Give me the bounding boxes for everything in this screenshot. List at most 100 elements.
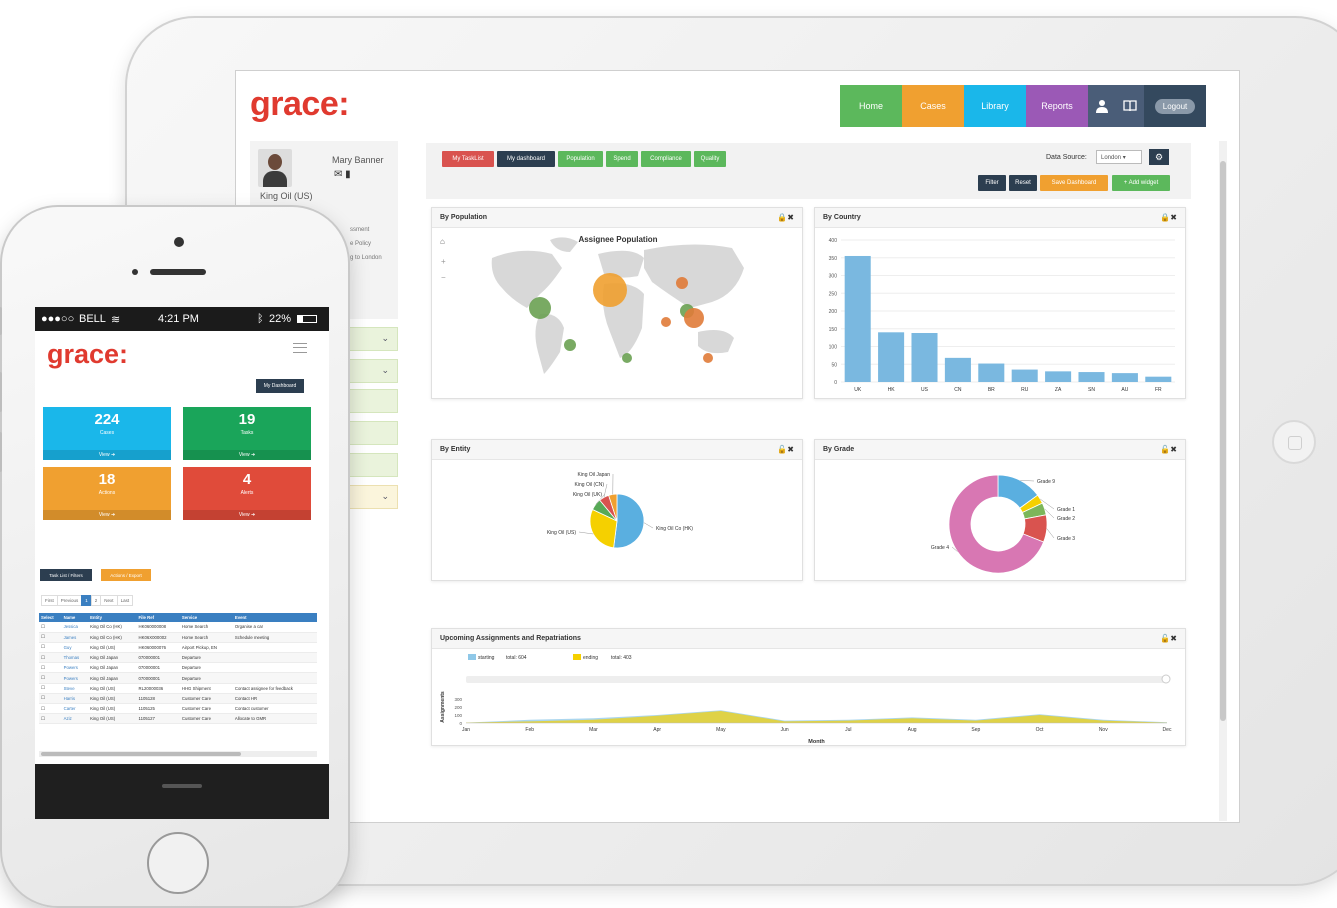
table-cell: 070000001 [136, 652, 180, 664]
horizontal-scrollbar[interactable] [39, 751, 317, 757]
table-row[interactable]: ☐ Jessica King Oil Co (HK) HK060000008 Home … [39, 622, 317, 633]
column-header[interactable]: Select [39, 613, 62, 622]
x-tick-label: Apr [653, 727, 661, 733]
phone-home-button[interactable] [147, 832, 209, 894]
save-dashboard-button[interactable]: Save Dashboard [1040, 175, 1108, 191]
country-bar-chart: 0 50 100 150 200 250 300 350 400 UK HK US CN BR RU ZA SN… [829, 238, 1175, 393]
nav-cases[interactable]: Cases [902, 85, 964, 127]
column-header[interactable]: Name [61, 613, 89, 622]
menu-icon[interactable] [293, 343, 307, 353]
table-cell[interactable]: Powers [61, 672, 89, 684]
close-icon[interactable]: 🔒✖ [1160, 213, 1177, 222]
legend-swatch [573, 654, 581, 660]
tablet-home-button[interactable] [1272, 420, 1316, 464]
column-header[interactable]: Event [232, 613, 317, 622]
tab-population[interactable]: Population [558, 151, 603, 167]
tile-view-link[interactable]: View [99, 512, 110, 518]
table-cell: 070000001 [136, 672, 180, 684]
status-bar: ●●●○○ BELL ≋ 4:21 PM ᛒ 22% [35, 307, 329, 331]
pager-previous[interactable]: Previous [56, 595, 83, 606]
column-header[interactable]: Entity [88, 613, 137, 622]
tab-my-dashboard[interactable]: My dashboard [497, 151, 555, 167]
table-cell[interactable]: Carter [61, 703, 89, 715]
my-dashboard-button[interactable]: My Dashboard [256, 379, 304, 393]
column-header[interactable]: File Ref [136, 613, 180, 622]
data-source-select[interactable]: London ▾ [1096, 150, 1142, 164]
logout-button[interactable]: Logout [1154, 98, 1196, 114]
x-tick-label: May [716, 727, 726, 733]
close-icon[interactable]: 🔓✖ [777, 445, 794, 454]
pager-last[interactable]: Last [116, 595, 134, 606]
table-cell[interactable]: ☐ [39, 693, 62, 705]
close-icon[interactable]: 🔓✖ [1160, 634, 1177, 643]
document-icon[interactable]: ▮ [345, 169, 351, 180]
add-widget-button[interactable]: + Add widget [1112, 175, 1170, 191]
area-ending [466, 711, 1167, 723]
table-cell[interactable]: ☐ [39, 632, 62, 643]
tile-view-link[interactable]: View [239, 512, 250, 518]
tile-alerts[interactable]: 4 Alerts View ➜ [183, 467, 311, 520]
app-logo[interactable]: grace: [47, 339, 128, 370]
x-tick-label: UK [854, 387, 862, 393]
book-icon[interactable] [1116, 85, 1144, 127]
tile-tasks[interactable]: 19 Tasks View ➜ [183, 407, 311, 460]
table-row[interactable]: ☐ Powers King Oil Japan 070000001 Departure [39, 662, 317, 674]
table-row[interactable]: ☐ Thomas King Oil Japan 070000001 Departure [39, 652, 317, 664]
mail-icon[interactable]: ✉ [334, 169, 342, 180]
table-cell[interactable]: Steve [61, 683, 89, 694]
tab-compliance[interactable]: Compliance [641, 151, 691, 167]
table-cell[interactable]: Jessica [61, 622, 89, 633]
nav-reports[interactable]: Reports [1026, 85, 1088, 127]
table-cell[interactable]: ☐ [39, 622, 62, 633]
nav-library[interactable]: Library [964, 85, 1026, 127]
tile-actions[interactable]: 18 Actions View ➜ [43, 467, 171, 520]
close-icon[interactable]: 🔒✖ [777, 213, 794, 222]
table-cell[interactable]: Thomas [61, 652, 89, 664]
pager-next[interactable]: Next [100, 595, 118, 606]
table-row[interactable]: ☐ James King Oil Co (HK) HK06X000002 Home Se… [39, 632, 317, 643]
actions-button[interactable]: Actions / Export [101, 569, 151, 581]
table-cell[interactable]: ☐ [39, 652, 62, 664]
gear-icon[interactable]: ⚙ [1149, 149, 1169, 165]
table-cell: Contact customer [232, 703, 317, 715]
legend-label: starting [478, 655, 495, 661]
reset-button[interactable]: Reset [1009, 175, 1037, 191]
tab-quality[interactable]: Quality [694, 151, 726, 167]
table-row[interactable]: ☐ Harris King Oil (US) 1105128 Customer Care… [39, 693, 317, 705]
pager-first[interactable]: First [41, 595, 58, 606]
table-cell[interactable]: ☐ [39, 672, 62, 684]
table-row[interactable]: ☐ Aziz King Oil (US) 1105127 Customer Care Al… [39, 713, 317, 725]
y-tick-label: 200 [454, 705, 462, 710]
table-row[interactable]: ☐ Guy King Oil (US) HK060000076 Airport Pick… [39, 642, 317, 654]
table-cell: Contact assignee for feedback [232, 683, 317, 694]
table-cell[interactable]: ☐ [39, 713, 62, 725]
tile-view-link[interactable]: View [239, 452, 250, 458]
tile-value: 18 [98, 471, 116, 488]
table-row[interactable]: ☐ Powers King Oil Japan 070000001 Departure [39, 672, 317, 684]
column-header[interactable]: Service [179, 613, 233, 622]
table-cell[interactable]: ☐ [39, 662, 62, 674]
tab-spend[interactable]: Spend [606, 151, 638, 167]
tile-view-link[interactable]: View [99, 452, 110, 458]
table-cell[interactable]: ☐ [39, 683, 62, 694]
app-logo[interactable]: grace: [250, 85, 350, 124]
vertical-scrollbar[interactable] [1219, 141, 1227, 821]
table-cell[interactable]: Powers [61, 662, 89, 674]
table-row[interactable]: ☐ Steve King Oil (US) RL20000036 HHG Shipmen… [39, 683, 317, 694]
user-icon[interactable] [1088, 85, 1116, 127]
device-mockup-scene: grace: Home Cases Library Reports Logout… [0, 0, 1337, 908]
table-cell[interactable]: ☐ [39, 642, 62, 654]
table-row[interactable]: ☐ Carter King Oil (US) 1105125 Customer Care… [39, 703, 317, 715]
table-cell[interactable]: James [61, 632, 89, 643]
tab-my-tasklist[interactable]: My TaskList [442, 151, 494, 167]
nav-home[interactable]: Home [840, 85, 902, 127]
tile-cases[interactable]: 224 Cases View ➜ [43, 407, 171, 460]
table-cell[interactable]: Aziz [61, 713, 89, 725]
table-cell: Home Search [179, 632, 233, 643]
close-icon[interactable]: 🔓✖ [1160, 445, 1177, 454]
filter-button[interactable]: Filter [978, 175, 1006, 191]
table-cell[interactable]: Guy [61, 642, 89, 654]
task-list-button[interactable]: Task List / Filters [40, 569, 92, 581]
table-cell[interactable]: Harris [61, 693, 89, 705]
table-cell[interactable]: ☐ [39, 703, 62, 715]
